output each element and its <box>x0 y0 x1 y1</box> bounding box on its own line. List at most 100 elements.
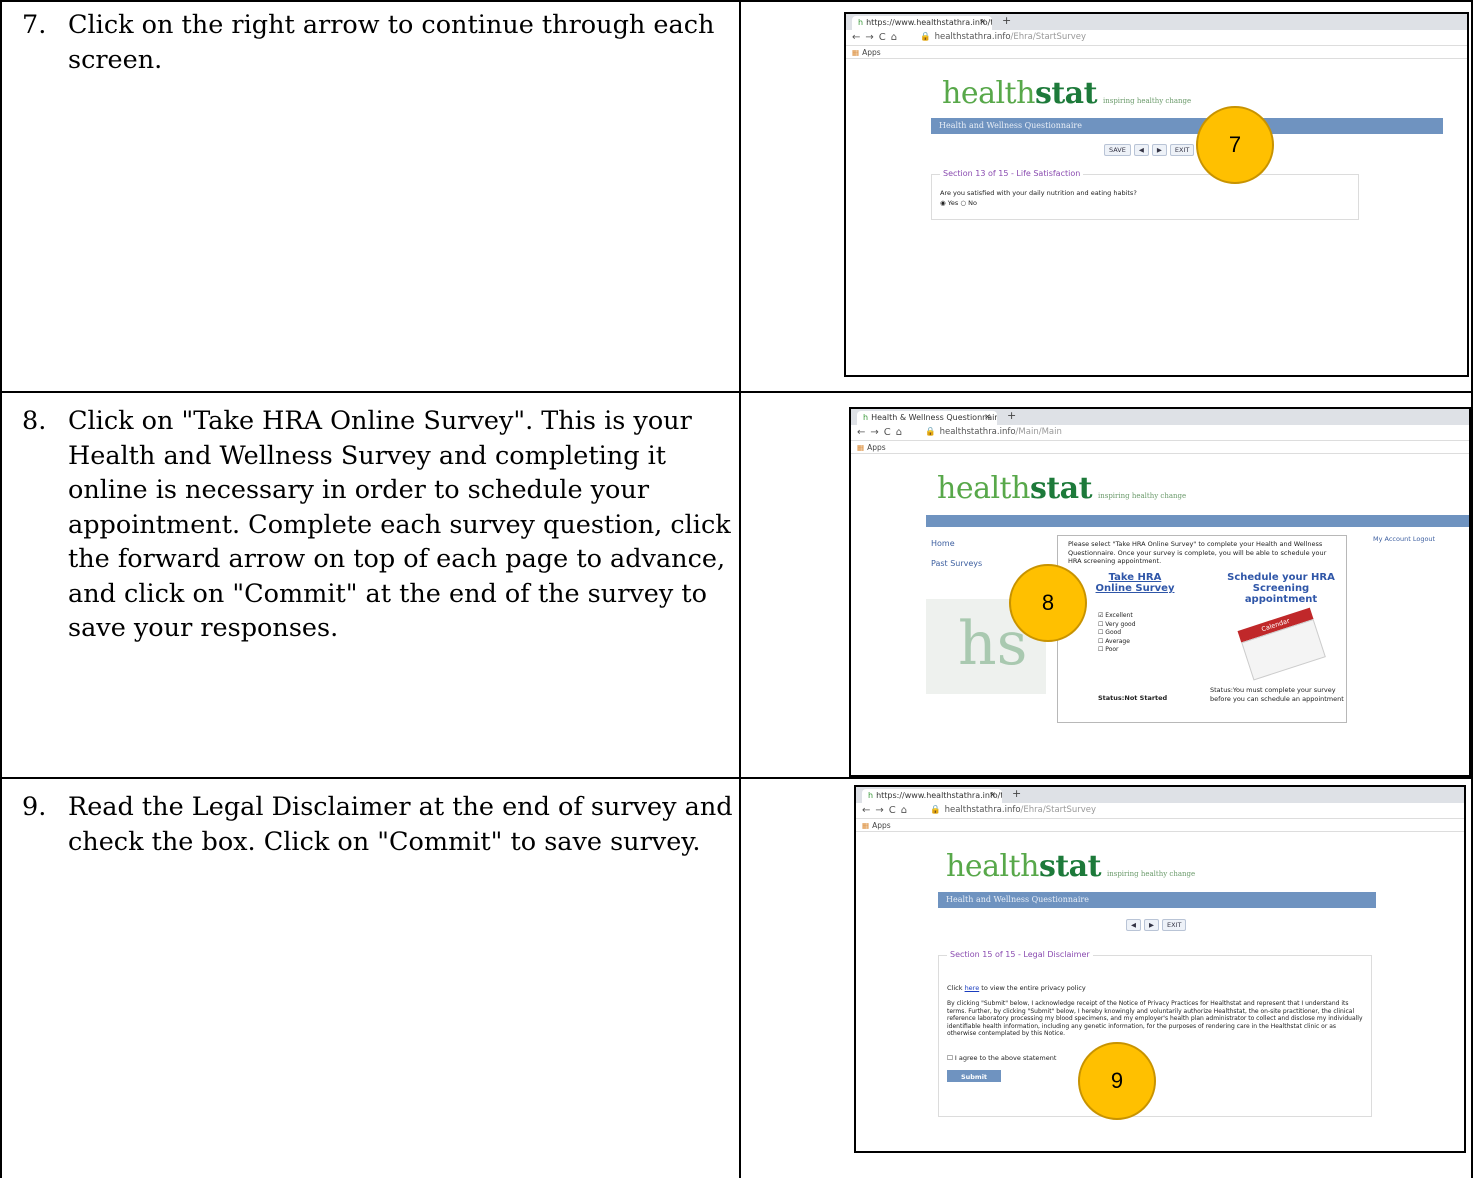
survey-question: Are you satisfied with your daily nutrit… <box>940 189 1137 197</box>
browser-tab[interactable]: h https://www.healthstathra.info/t × <box>852 16 992 30</box>
tab-title: https://www.healthstathra.info/t <box>866 18 992 27</box>
instruction-table: 7. Click on the right arrow to continue … <box>0 0 1473 1178</box>
calendar-image: Calendar <box>1237 607 1327 683</box>
url-host: healthstathra.info <box>944 805 1021 815</box>
address-bar[interactable]: ←→C⌂ 🔒 healthstathra.info/Ehra/StartSurve… <box>846 30 1467 46</box>
table-border-top <box>0 0 1473 2</box>
radio-icon[interactable]: ○ <box>960 199 966 207</box>
nav-home[interactable]: Home <box>931 539 955 548</box>
option-no[interactable]: No <box>968 199 977 207</box>
screenshot-step-7: h https://www.healthstathra.info/t × + ←→… <box>844 12 1469 377</box>
step-instruction: Click on "Take HRA Online Survey". This … <box>68 406 731 643</box>
step-instruction: Click on the right arrow to continue thr… <box>68 10 715 75</box>
tab-title: Health & Wellness Questionnaire <box>871 413 997 422</box>
browser-nav-icons[interactable]: ←→C⌂ <box>852 32 902 43</box>
url-host: healthstathra.info <box>934 32 1011 42</box>
take-hra-link[interactable]: Take HRA Online Survey <box>1090 572 1180 594</box>
close-icon[interactable]: × <box>989 790 996 799</box>
row-divider <box>0 777 1473 779</box>
close-icon[interactable]: × <box>979 17 986 26</box>
apps-grid-icon[interactable]: ▦ <box>862 821 869 830</box>
nav-past-surveys[interactable]: Past Surveys <box>931 559 982 568</box>
schedule-title: Schedule your HRA Screening appointment <box>1227 572 1335 605</box>
table-border-left <box>0 0 2 1178</box>
survey-controls: ◀ ▶ EXIT <box>1126 919 1189 931</box>
option-yes[interactable]: Yes <box>948 199 959 207</box>
new-tab-icon[interactable]: + <box>1012 787 1021 800</box>
lock-icon: 🔒 <box>920 32 931 42</box>
healthstat-logo: healthstat inspiring healthy change <box>937 471 1187 506</box>
apps-bookmark[interactable]: Apps <box>867 443 886 452</box>
browser-tabstrip: h https://www.healthstathra.info/t × + <box>856 787 1464 803</box>
checkbox-icon: ☐ Average <box>1098 637 1130 645</box>
favicon-icon: h <box>858 18 864 27</box>
browser-nav-icons[interactable]: ←→C⌂ <box>862 805 912 816</box>
column-divider <box>739 0 741 1178</box>
privacy-policy-text: Click here to view the entire privacy po… <box>947 984 1086 992</box>
status-left: Status:Not Started <box>1098 694 1168 702</box>
address-bar[interactable]: ←→C⌂ 🔒 healthstathra.info/Main/Main <box>851 425 1469 441</box>
screenshot-step-9: h https://www.healthstathra.info/t × + ←→… <box>854 785 1466 1153</box>
step-number: 7. <box>22 10 47 40</box>
apps-grid-icon[interactable]: ▦ <box>857 443 864 452</box>
screenshot-step-8: h Health & Wellness Questionnaire × + ←→C… <box>849 407 1471 777</box>
step-instruction: Read the Legal Disclaimer at the end of … <box>68 792 733 857</box>
url-host: healthstathra.info <box>939 427 1016 437</box>
bookmarks-bar: ▦ Apps <box>846 46 1467 59</box>
account-links[interactable]: My Account Logout <box>1373 535 1435 543</box>
callout-badge: 9 <box>1078 1042 1156 1120</box>
favicon-icon: h <box>868 791 874 800</box>
back-arrow-button[interactable]: ◀ <box>1126 919 1141 931</box>
section-title: Section 13 of 15 - Life Satisfaction <box>940 169 1084 178</box>
new-tab-icon[interactable]: + <box>1007 409 1016 422</box>
privacy-policy-link[interactable]: here <box>965 984 980 992</box>
exit-button[interactable]: EXIT <box>1169 144 1195 156</box>
survey-section: Section 15 of 15 - Legal Disclaimer Clic… <box>938 950 1372 1117</box>
status-right: Status:You must complete your survey bef… <box>1210 686 1344 703</box>
submit-button[interactable]: Submit <box>947 1070 1001 1082</box>
browser-tab[interactable]: h https://www.healthstathra.info/t × <box>862 789 1002 803</box>
answer-options: ◉ Yes ○ No <box>940 199 977 208</box>
url-path: /Ehra/StartSurvey <box>1010 32 1087 42</box>
address-bar[interactable]: ←→C⌂ 🔒 healthstathra.info/Ehra/StartSurve… <box>856 803 1464 819</box>
intro-text: Please select "Take HRA Online Survey" t… <box>1068 540 1327 565</box>
favicon-icon: h <box>863 413 869 422</box>
healthstat-logo: healthstat inspiring healthy change <box>946 849 1196 884</box>
checkbox-icon: ☐ Good <box>1098 629 1122 636</box>
agree-row: ☐ I agree to the above statement <box>947 1054 1056 1063</box>
exit-button[interactable]: EXIT <box>1162 919 1187 931</box>
back-arrow-button[interactable]: ◀ <box>1133 144 1149 156</box>
apps-grid-icon[interactable]: ▦ <box>852 48 859 57</box>
step-number: 8. <box>22 406 47 436</box>
new-tab-icon[interactable]: + <box>1002 14 1011 27</box>
step-number: 9. <box>22 792 47 822</box>
browser-tab[interactable]: h Health & Wellness Questionnaire × <box>857 411 997 425</box>
bookmarks-bar: ▦ Apps <box>856 819 1464 832</box>
callout-badge: 8 <box>1009 564 1087 642</box>
survey-controls: SAVE ◀ ▶ EXIT <box>1104 144 1197 156</box>
section-title: Section 15 of 15 - Legal Disclaimer <box>947 950 1093 959</box>
radio-selected-icon[interactable]: ◉ <box>940 199 946 207</box>
checkbox-checked-icon: ☑ Excellent <box>1098 612 1133 619</box>
callout-badge: 7 <box>1196 106 1274 184</box>
apps-bookmark[interactable]: Apps <box>862 48 881 57</box>
checkbox-icon: ☐ Poor <box>1098 646 1119 653</box>
forward-arrow-button[interactable]: ▶ <box>1151 144 1167 156</box>
healthstat-logo: healthstat inspiring healthy change <box>942 76 1192 111</box>
browser-tabstrip: h https://www.healthstathra.info/t × + <box>846 14 1467 30</box>
checklist-image[interactable]: ☑ Excellent ☐ Very good ☐ Good ☐ Average… <box>1098 612 1158 655</box>
questionnaire-header: Health and Wellness Questionnaire <box>931 118 1443 134</box>
survey-section: Section 13 of 15 - Life Satisfaction Are… <box>931 169 1359 220</box>
bookmarks-bar: ▦ Apps <box>851 441 1469 454</box>
close-icon[interactable]: × <box>984 412 991 421</box>
header-bar <box>926 515 1469 527</box>
apps-bookmark[interactable]: Apps <box>872 821 891 830</box>
save-button[interactable]: SAVE <box>1104 144 1131 156</box>
row-divider <box>0 391 1473 393</box>
forward-arrow-button[interactable]: ▶ <box>1144 919 1159 931</box>
survey-panel: Please select "Take HRA Online Survey" t… <box>1057 535 1347 723</box>
browser-tabstrip: h Health & Wellness Questionnaire × + <box>851 409 1469 425</box>
agree-label[interactable]: I agree to the above statement <box>955 1054 1056 1062</box>
checkbox-icon[interactable]: ☐ <box>947 1054 953 1062</box>
browser-nav-icons[interactable]: ←→C⌂ <box>857 427 907 438</box>
